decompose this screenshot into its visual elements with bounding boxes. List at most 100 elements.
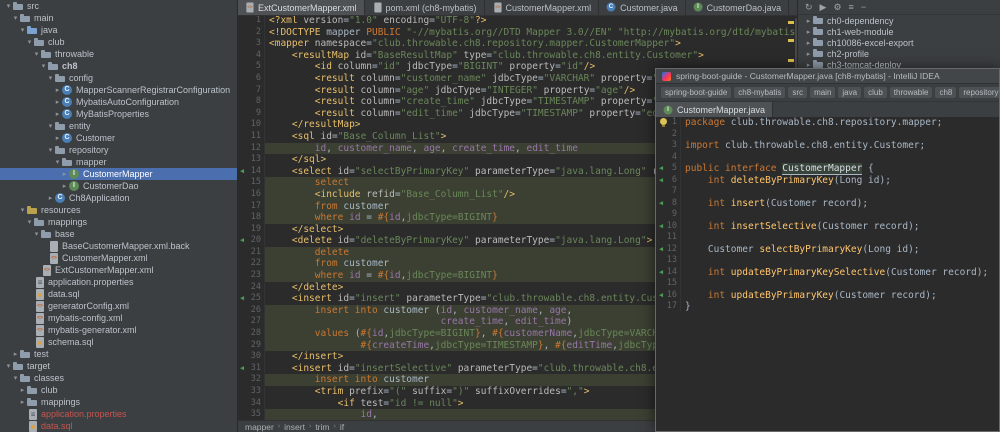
chevron-down-icon[interactable]: ▾ [18,206,27,214]
refresh-icon[interactable]: ↻ [805,0,813,14]
tree-item-classes[interactable]: ▾ classes [0,372,237,384]
mybatis-nav-arrow-icon[interactable]: ◀ [237,166,247,178]
nav-item-spring-boot-guide[interactable]: spring-boot-guide [661,87,732,98]
chevron-right-icon[interactable]: ▸ [18,386,27,394]
nav-item-club[interactable]: club [864,87,887,98]
chevron-right-icon[interactable]: ▸ [53,86,62,94]
nav-item-main[interactable]: main [810,87,836,98]
mybatis-nav-arrow-icon[interactable]: ◀ [656,221,666,233]
nav-item-ch8-mybatis[interactable]: ch8-mybatis [734,87,786,98]
tree-item-java[interactable]: ▾ java [0,24,237,36]
module-item-ch10086-excel-export[interactable]: ▸ ch10086-excel-export [798,37,1000,48]
tree-item-mybatisproperties[interactable]: ▸ MyBatisProperties [0,108,237,120]
tree-item-mybatis-generator-xml[interactable]: mybatis-generator.xml [0,324,237,336]
mybatis-nav-arrow-icon[interactable]: ◀ [656,198,666,210]
tab-customermapper-java[interactable]: CustomerMapper.java [656,102,774,118]
tree-item-ch8application[interactable]: ▸ Ch8Application [0,192,237,204]
chevron-down-icon[interactable]: ▾ [11,14,20,22]
run-icon[interactable]: ▶ [820,0,827,14]
nav-item-throwable[interactable]: throwable [889,87,933,98]
tree-item-generatorconfig-xml[interactable]: generatorConfig.xml [0,300,237,312]
mybatis-nav-arrow-icon[interactable]: ◀ [237,235,247,247]
tree-item-mappings[interactable]: ▾ mappings [0,216,237,228]
tree-item-data-sql[interactable]: data.sql [0,420,237,432]
tree-item-mybatisautoconfiguration[interactable]: ▸ MybatisAutoConfiguration [0,96,237,108]
tree-item-club[interactable]: ▾ club [0,36,237,48]
chevron-right-icon[interactable]: ▸ [11,350,20,358]
tab-extcustomermapper-xml[interactable]: ExtCustomerMapper.xml [237,0,365,15]
window-title-bar[interactable]: spring-boot-guide - CustomerMapper.java … [656,69,999,84]
mybatis-nav-arrow-icon[interactable]: ◀ [656,267,666,279]
module-item-ch1-web-module[interactable]: ▸ ch1-web-module [798,26,1000,37]
chevron-down-icon[interactable]: ▾ [53,158,62,166]
tree-item-entity[interactable]: ▾ entity [0,120,237,132]
chevron-down-icon[interactable]: ▾ [25,38,34,46]
tree-item-test[interactable]: ▸ test [0,348,237,360]
chevron-right-icon[interactable]: ▸ [53,110,62,118]
tab-customermapper-xml[interactable]: CustomerMapper.xml [484,0,600,15]
chevron-right-icon[interactable]: ▸ [804,17,813,25]
java-editor[interactable]: 1 package club.throwable.ch8.repository.m… [656,117,999,431]
nav-item-java[interactable]: java [838,87,862,98]
tree-item-mapper[interactable]: ▾ mapper [0,156,237,168]
chevron-right-icon[interactable]: ▸ [53,98,62,106]
intention-bulb-icon[interactable] [660,118,667,127]
chevron-right-icon[interactable]: ▸ [53,134,62,142]
tree-item-repository[interactable]: ▾ repository [0,144,237,156]
tree-item-customerdao[interactable]: ▸ CustomerDao [0,180,237,192]
tree-item-basecustomermapper-xml-back[interactable]: BaseCustomerMapper.xml.back [0,240,237,252]
nav-item-ch8[interactable]: ch8 [935,87,957,98]
tree-item-customer[interactable]: ▸ Customer [0,132,237,144]
tree-item-base[interactable]: ▾ base [0,228,237,240]
module-item-ch3-tomcat-deploy[interactable]: ▸ ch3-tomcat-deploy [798,59,1000,68]
chevron-right-icon[interactable]: ▸ [60,182,69,190]
breadcrumb-item-if[interactable]: if [340,422,344,432]
chevron-down-icon[interactable]: ▾ [32,50,41,58]
tree-item-mybatis-config-xml[interactable]: mybatis-config.xml [0,312,237,324]
tree-item-resources[interactable]: ▾ resources [0,204,237,216]
module-item-ch0-dependency[interactable]: ▸ ch0-dependency [798,15,1000,26]
tab-customerdao-java[interactable]: CustomerDao.java [685,0,790,15]
chevron-down-icon[interactable]: ▾ [11,374,20,382]
tree-item-club[interactable]: ▸ club [0,384,237,396]
chevron-down-icon[interactable]: ▾ [4,362,13,370]
tree-item-customermapper-xml[interactable]: CustomerMapper.xml [0,252,237,264]
tree-item-config[interactable]: ▾ config [0,72,237,84]
menu-icon[interactable]: ≡ [849,0,854,14]
chevron-right-icon[interactable]: ▸ [60,170,69,178]
chevron-right-icon[interactable]: ▸ [804,28,813,36]
tree-item-extcustomermapper-xml[interactable]: ExtCustomerMapper.xml [0,264,237,276]
chevron-down-icon[interactable]: ▾ [32,230,41,238]
chevron-down-icon[interactable]: ▾ [18,26,27,34]
tree-item-mappings[interactable]: ▸ mappings [0,396,237,408]
nav-item-repository[interactable]: repository [959,87,999,98]
mybatis-nav-arrow-icon[interactable]: ◀ [656,175,666,187]
tree-item-main[interactable]: ▾ main [0,12,237,24]
mybatis-nav-arrow-icon[interactable]: ◀ [656,244,666,256]
mybatis-nav-arrow-icon[interactable]: ◀ [237,293,247,305]
tree-item-data-sql[interactable]: data.sql [0,288,237,300]
chevron-right-icon[interactable]: ▸ [804,50,813,58]
tree-item-application-properties[interactable]: application.properties [0,276,237,288]
tab-pom-xml-ch8-mybatis[interactable]: pom.xml (ch8-mybatis) [364,0,485,15]
mybatis-nav-arrow-icon[interactable]: ◀ [656,163,666,175]
chevron-down-icon[interactable]: ▾ [39,62,48,70]
breadcrumb-item-trim[interactable]: trim [315,422,329,432]
tree-item-src[interactable]: ▾ src [0,0,237,12]
chevron-right-icon[interactable]: ▸ [804,61,813,69]
chevron-right-icon[interactable]: ▸ [18,398,27,406]
tree-item-schema-sql[interactable]: schema.sql [0,336,237,348]
module-item-ch2-profile[interactable]: ▸ ch2-profile [798,48,1000,59]
nav-item-src[interactable]: src [788,87,808,98]
chevron-right-icon[interactable]: ▸ [46,194,55,202]
mybatis-nav-arrow-icon[interactable]: ◀ [237,363,247,375]
tree-item-throwable[interactable]: ▾ throwable [0,48,237,60]
chevron-right-icon[interactable]: ▸ [804,39,813,47]
settings-icon[interactable]: ⚙ [833,0,841,14]
chevron-down-icon[interactable]: ▾ [46,74,55,82]
breadcrumb-item-mapper[interactable]: mapper [245,422,274,432]
tree-item-target[interactable]: ▾ target [0,360,237,372]
mybatis-nav-arrow-icon[interactable]: ◀ [656,290,666,302]
collapse-all-icon[interactable]: − [861,0,866,14]
chevron-down-icon[interactable]: ▾ [46,122,55,130]
